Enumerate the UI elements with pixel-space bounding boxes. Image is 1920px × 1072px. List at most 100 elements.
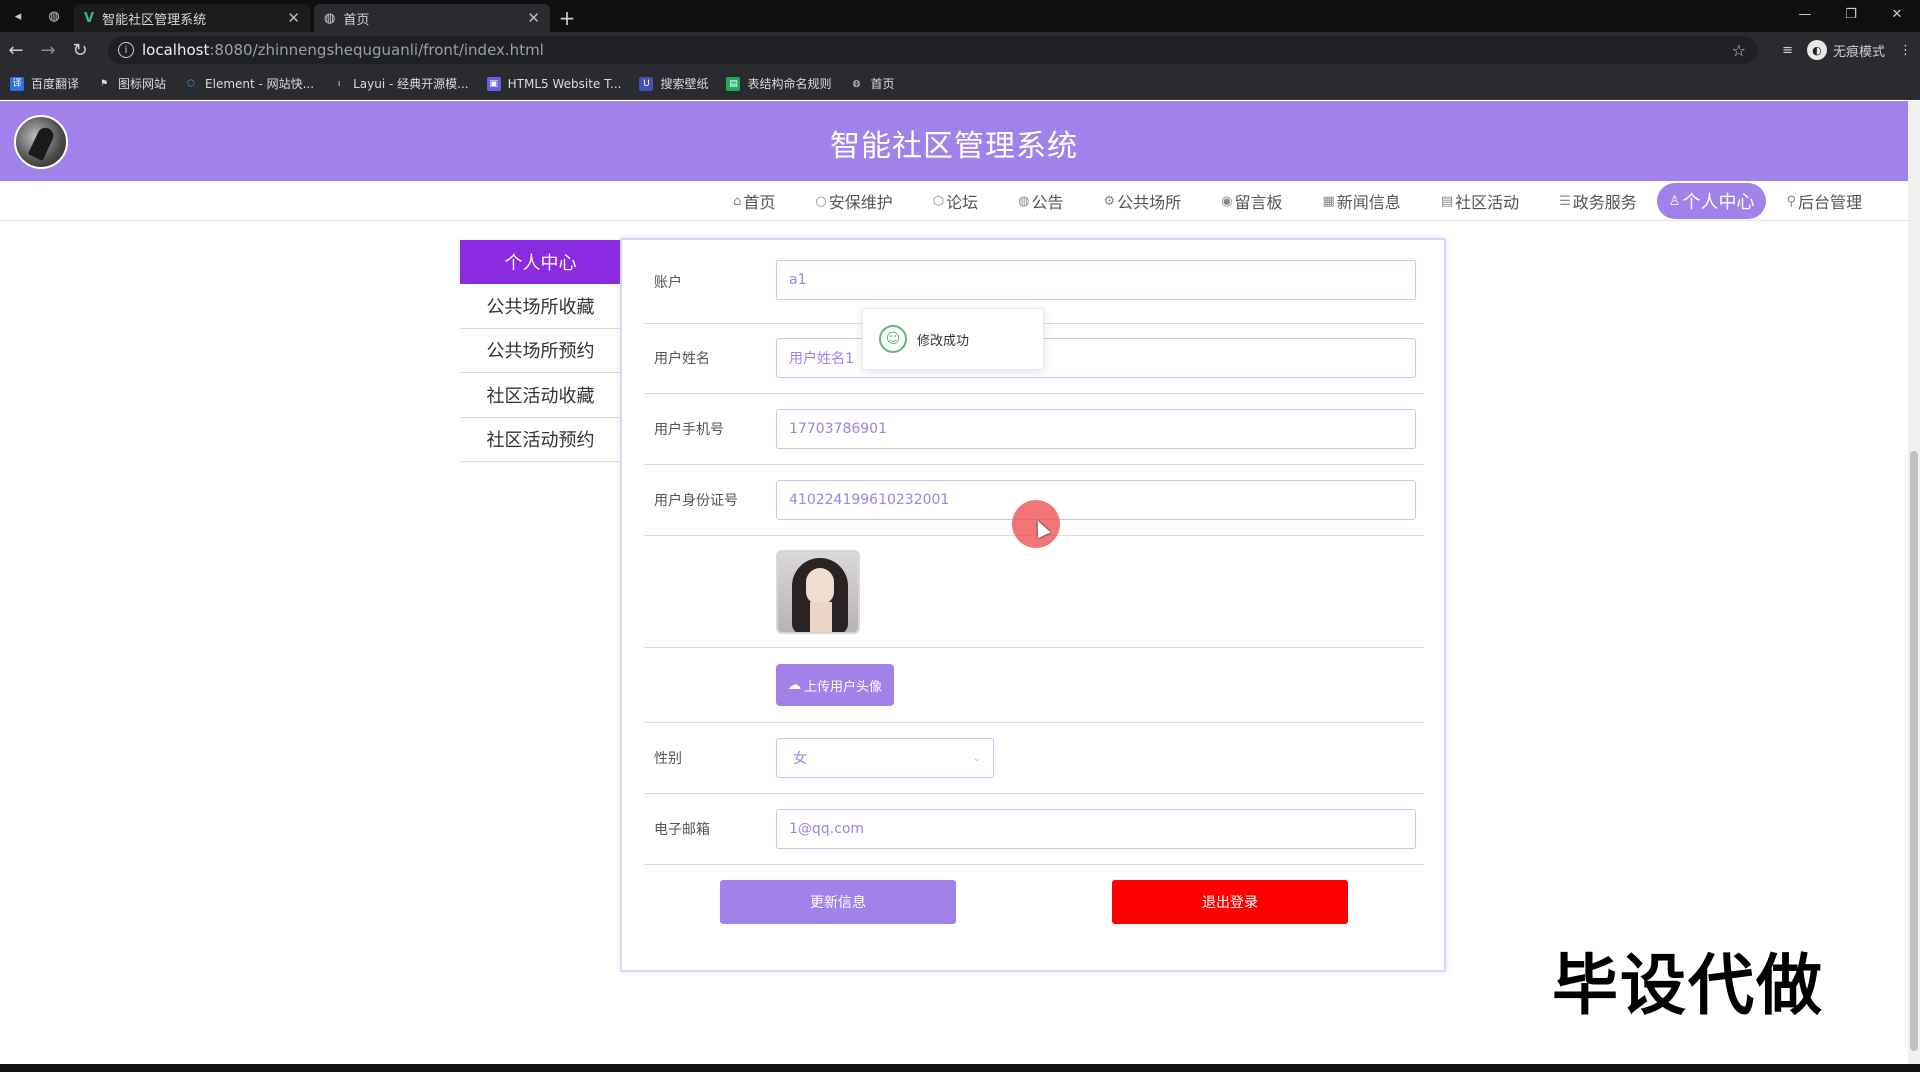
nav-item-notice[interactable]: ◍ 公告 — [998, 183, 1083, 219]
logout-button[interactable]: 退出登录 — [1112, 880, 1348, 924]
nav-item-security[interactable]: ○ 安保维护 — [795, 183, 912, 219]
nav-items: ⌂ 首页 ○ 安保维护 ⬡ 论坛 ◍ 公告 ⚙ 公共场所 ◉ 留言板 ▦ 新闻信息 ▤ 社区活动… — [713, 183, 1882, 219]
element-icon: ⬡ — [187, 78, 195, 89]
incognito-indicator[interactable]: ◐ 无痕模式 — [1806, 40, 1885, 60]
new-tab-button[interactable]: + — [550, 4, 584, 32]
url-host: localhost — [142, 41, 210, 59]
chevron-down-icon: ⌄ — [972, 752, 981, 764]
form-row-avatar — [644, 536, 1424, 648]
menu-kebab-icon[interactable]: ⋮ — [1899, 43, 1912, 58]
flag-icon: ⚑ — [99, 78, 109, 89]
toast-message: 修改成功 — [917, 333, 970, 349]
bookmark-item[interactable]: ⚑ 图标网站 — [97, 75, 166, 92]
idcard-input[interactable]: 410224199610232001 — [776, 480, 1416, 520]
bottom-edge — [0, 1064, 1920, 1072]
update-info-button[interactable]: 更新信息 — [720, 880, 956, 924]
success-toast: ☺ 修改成功 — [862, 308, 1044, 370]
nav-item-news[interactable]: ▦ 新闻信息 — [1303, 183, 1421, 219]
incognito-icon: ◐ — [1806, 40, 1827, 60]
tab-close-icon[interactable]: ✕ — [527, 9, 540, 27]
nav-item-public-places[interactable]: ⚙ 公共场所 — [1083, 183, 1201, 219]
bookmark-item[interactable]: ▣ HTML5 Website T... — [486, 76, 621, 91]
browser-toolbar: ← → ↻ i localhost:8080/zhinnengshequguan… — [0, 32, 1920, 68]
smile-icon: ☺ — [879, 325, 907, 353]
personal-center-sidebar: 个人中心 公共场所收藏 公共场所预约 社区活动收藏 社区活动预约 — [460, 240, 621, 462]
globe-icon: ◍ — [324, 10, 336, 26]
gender-select[interactable]: 女 ⌄ — [776, 738, 994, 778]
tab-close-icon[interactable]: ✕ — [287, 9, 300, 27]
watermark-text: 毕设代做 — [1552, 947, 1824, 1024]
upload-label: 上传用户头像 — [803, 679, 882, 695]
bookmark-item[interactable]: ⬡ Element - 网站快... — [184, 75, 314, 92]
globe-icon: ◍ — [852, 78, 861, 89]
page-scrollbar[interactable] — [1908, 101, 1920, 1072]
tab-title: 首页 — [343, 12, 370, 28]
bookmark-item[interactable]: ▤ 表结构命名规则 — [726, 75, 831, 92]
email-input[interactable]: 1@qq.com — [776, 809, 1416, 849]
wallpaper-icon: U — [639, 76, 654, 91]
sidebar-item-place-reservations[interactable]: 公共场所预约 — [460, 329, 621, 373]
upload-avatar-button[interactable]: ☁ 上传用户头像 — [776, 664, 894, 706]
url-path: :8080/zhinnengshequguanli/front/index.ht… — [209, 41, 544, 59]
email-label: 电子邮箱 — [654, 822, 710, 838]
sidebar-item-event-favorites[interactable]: 社区活动收藏 — [460, 373, 621, 418]
sidebar-header[interactable]: 个人中心 — [460, 240, 621, 284]
browser-tab-1[interactable]: V 智能社区管理系统 ✕ — [74, 4, 310, 32]
account-label: 账户 — [654, 275, 682, 291]
nav-item-personal-center[interactable]: ♙ 个人中心 — [1656, 183, 1767, 219]
tab-audio-icon[interactable]: ◂ — [0, 0, 36, 32]
sliders-icon: ☰ — [1559, 193, 1571, 209]
site-title: 智能社区管理系统 — [830, 129, 1078, 164]
bookmark-item[interactable]: 译百度翻译 — [10, 75, 79, 92]
nav-item-community-events[interactable]: ▤ 社区活动 — [1421, 183, 1539, 219]
calendar-icon: ▤ — [1440, 193, 1454, 209]
link-icon: ⚲ — [1786, 193, 1796, 209]
scrollbar-thumb[interactable] — [1910, 451, 1918, 1051]
bookmark-star-icon[interactable]: ☆ — [1732, 41, 1746, 60]
site-header: 智能社区管理系统 — [0, 101, 1908, 181]
user-icon: ♙ — [1668, 193, 1681, 209]
html5-icon: ▣ — [486, 76, 501, 91]
nav-item-admin[interactable]: ⚲ 后台管理 — [1766, 183, 1882, 219]
back-icon[interactable]: ← — [0, 34, 32, 66]
forward-icon[interactable]: → — [32, 34, 64, 66]
info-icon[interactable]: i — [118, 42, 134, 58]
nav-item-forum[interactable]: ⬡ 论坛 — [913, 183, 998, 219]
name-label: 用户姓名 — [654, 351, 710, 367]
sidebar-item-place-favorites[interactable]: 公共场所收藏 — [460, 284, 621, 329]
idcard-label: 用户身份证号 — [654, 493, 738, 509]
nav-item-message-board[interactable]: ◉ 留言板 — [1201, 183, 1302, 219]
phone-label: 用户手机号 — [654, 422, 724, 438]
nav-item-gov-services[interactable]: ☰ 政务服务 — [1539, 183, 1657, 219]
bookmark-item[interactable]: ı Layui - 经典开源模... — [332, 75, 469, 92]
tab-globe-icon[interactable]: ◍ — [36, 0, 72, 32]
phone-input[interactable]: 17703786901 — [776, 409, 1416, 449]
news-icon: ▦ — [1322, 193, 1335, 209]
main-nav: ⌂ 首页 ○ 安保维护 ⬡ 论坛 ◍ 公告 ⚙ 公共场所 ◉ 留言板 ▦ 新闻信息 ▤ 社区活动… — [0, 181, 1908, 221]
bookmark-item[interactable]: U 搜索壁纸 — [639, 75, 708, 92]
tab-title: 智能社区管理系统 — [102, 12, 207, 28]
table-icon: ▤ — [726, 76, 741, 91]
form-row-phone: 用户手机号 17703786901 — [644, 394, 1424, 465]
nav-item-home[interactable]: ⌂ 首页 — [713, 183, 795, 219]
close-window-icon[interactable]: ✕ — [1874, 0, 1920, 28]
form-row-gender: 性别 女 ⌄ — [644, 723, 1424, 794]
window-controls: — ❐ ✕ — [1782, 0, 1920, 28]
reload-icon[interactable]: ↻ — [64, 34, 96, 66]
address-bar[interactable]: i localhost:8080/zhinnengshequguanli/fro… — [108, 36, 1758, 64]
toolbar-right: ≡ ◐ 无痕模式 ⋮ — [1782, 36, 1912, 64]
layui-icon: ı — [337, 78, 341, 89]
minimize-icon[interactable]: — — [1782, 0, 1828, 28]
reading-list-icon[interactable]: ≡ — [1782, 43, 1793, 58]
sidebar-item-event-reservations[interactable]: 社区活动预约 — [460, 418, 621, 462]
incognito-label: 无痕模式 — [1832, 44, 1885, 60]
chat-icon: ◉ — [1221, 193, 1233, 209]
bookmark-item[interactable]: ◍ 首页 — [849, 75, 895, 92]
home-icon: ⌂ — [733, 193, 742, 209]
shield-icon: ⬡ — [932, 193, 945, 209]
translate-icon: 译 — [10, 76, 24, 91]
restore-icon[interactable]: ❐ — [1828, 0, 1874, 28]
browser-tab-strip: ◂ ◍ V 智能社区管理系统 ✕ ◍ 首页 ✕ + — ❐ ✕ — [0, 0, 1920, 32]
browser-tab-2[interactable]: ◍ 首页 ✕ — [314, 4, 550, 32]
account-input[interactable]: a1 — [776, 260, 1416, 300]
